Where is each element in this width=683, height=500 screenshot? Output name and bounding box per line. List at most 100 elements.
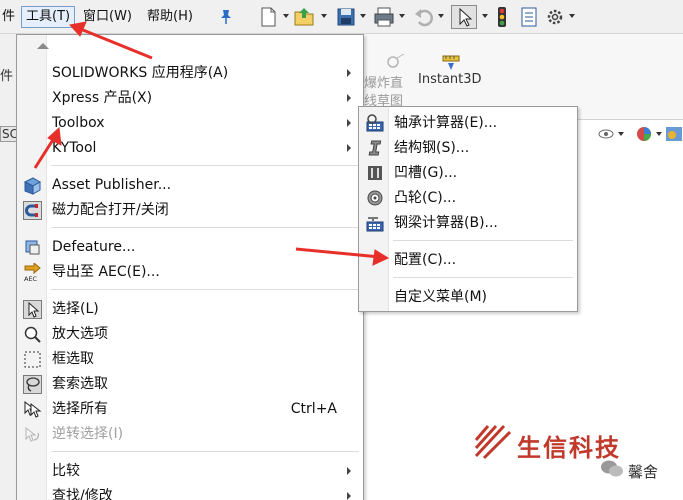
select-arrow-icon (459, 8, 472, 27)
traffic-light-icon[interactable] (496, 6, 508, 28)
submenu-item-cam[interactable]: 凸轮(C)... (359, 186, 577, 210)
submenu-item-label: 结构钢(S)... (394, 140, 470, 156)
print-icon[interactable] (373, 6, 395, 28)
submenu-item-label: 钢梁计算器(B)... (394, 215, 498, 231)
submenu-item-label: 自定义菜单(M) (394, 289, 488, 305)
submenu-arrow-icon (347, 69, 351, 77)
instant3d-icon[interactable] (440, 50, 462, 72)
select-button[interactable] (451, 5, 477, 29)
select-all-icon (24, 400, 42, 418)
toolbox-submenu: 轴承计算器(E)... 结构钢(S)... 凹槽(G)... 凸轮(C)... … (358, 106, 578, 312)
menu-bar: 件 工具(T) 窗口(W) 帮助(H) (0, 0, 683, 34)
menu-window[interactable]: 窗口(W) (79, 6, 136, 28)
file-properties-icon[interactable] (520, 6, 538, 28)
submenu-item-bearing-calculator[interactable]: 轴承计算器(E)... (359, 111, 577, 135)
menu-item-export-aec[interactable]: AEC 导出至 AEC(E)... (17, 260, 363, 284)
menu-item-magnetic-mate[interactable]: 磁力配合打开/关闭 (17, 198, 363, 222)
menu-item-invert-select[interactable]: 逆转选择(I) (17, 422, 363, 446)
menu-separator (51, 227, 359, 228)
menu-item-find-modify[interactable]: 查找/修改 (17, 484, 363, 500)
menu-item-label: Toolbox (52, 115, 105, 131)
exploded-label-1: 爆炸直 (364, 76, 404, 91)
submenu-arrow-icon (347, 119, 351, 127)
undo-dropdown-caret[interactable] (438, 14, 444, 18)
view-display-icon[interactable] (598, 126, 614, 142)
scroll-up-icon[interactable] (37, 43, 49, 49)
tools-menu: SOLIDWORKS 应用程序(A) Xpress 产品(X) Toolbox … (16, 34, 364, 500)
appearance-icon[interactable] (635, 125, 653, 143)
menu-item-label: 选择(L) (52, 301, 99, 317)
pin-icon[interactable] (219, 9, 233, 25)
invert-select-icon (25, 426, 40, 442)
menu-item-asset-publisher[interactable]: Asset Publisher... (17, 173, 363, 197)
submenu-arrow-icon (347, 467, 351, 475)
left-partial-label: 件 (0, 69, 14, 84)
magnet-mate-icon (23, 201, 42, 220)
menu-item-magnify-select[interactable]: 放大选项 (17, 322, 363, 346)
view-display-caret[interactable] (618, 132, 624, 136)
menu-item-select-all[interactable]: 选择所有 Ctrl+A (17, 397, 363, 421)
menu-item-label: 套索选取 (52, 376, 108, 392)
save-icon[interactable] (336, 6, 356, 28)
grooves-icon (368, 166, 382, 180)
menu-item-label: 比较 (52, 463, 80, 479)
submenu-item-label: 轴承计算器(E)... (394, 115, 498, 131)
submenu-item-structural-steel[interactable]: 结构钢(S)... (359, 136, 577, 160)
new-dropdown-caret[interactable] (283, 14, 289, 18)
menu-item-label: 放大选项 (52, 326, 108, 342)
menu-item-select[interactable]: 选择(L) (17, 297, 363, 321)
menu-item-label: 导出至 AEC(E)... (52, 264, 160, 280)
submenu-separator (393, 240, 573, 241)
open-folder-icon[interactable] (293, 6, 317, 28)
menu-item-toolbox[interactable]: Toolbox (17, 111, 363, 135)
submenu-arrow-icon (347, 492, 351, 500)
print-dropdown-caret[interactable] (399, 14, 405, 18)
submenu-item-grooves[interactable]: 凹槽(G)... (359, 161, 577, 185)
lasso-select-icon (23, 375, 42, 394)
menu-item-label: 磁力配合打开/关闭 (52, 202, 169, 218)
open-dropdown-caret[interactable] (321, 14, 327, 18)
box-select-icon (24, 351, 41, 368)
new-file-icon[interactable] (258, 6, 278, 28)
menu-item-label: KYTool (52, 140, 97, 156)
menu-separator (51, 165, 359, 166)
submenu-separator (393, 277, 573, 278)
menu-tools[interactable]: 工具(T) (21, 6, 76, 28)
bearing-calculator-icon (366, 114, 384, 132)
menu-item-solidworks-apps[interactable]: SOLIDWORKS 应用程序(A) (17, 61, 363, 85)
scene-icon[interactable] (665, 125, 683, 143)
select-dropdown-caret[interactable] (482, 14, 488, 18)
magnify-select-icon (24, 326, 41, 343)
exploded-line-sketch-icon[interactable] (385, 52, 407, 72)
instant3d-label[interactable]: Instant3D (418, 72, 482, 87)
submenu-item-label: 配置(C)... (394, 252, 457, 268)
menu-item-defeature[interactable]: Defeature... (17, 235, 363, 259)
menu-item-label: 逆转选择(I) (52, 426, 124, 442)
wechat-icon (601, 460, 623, 477)
menu-item-kytool[interactable]: KYTool (17, 136, 363, 160)
submenu-item-customize-menu[interactable]: 自定义菜单(M) (359, 285, 577, 309)
save-dropdown-caret[interactable] (360, 14, 366, 18)
submenu-arrow-icon (347, 94, 351, 102)
cam-icon (367, 190, 383, 206)
undo-icon[interactable] (413, 6, 433, 28)
menu-item-box-select[interactable]: 框选取 (17, 347, 363, 371)
menu-item-label: 查找/修改 (52, 488, 113, 500)
menu-separator (51, 451, 359, 452)
menu-item-xpress[interactable]: Xpress 产品(X) (17, 86, 363, 110)
menu-item-compare[interactable]: 比较 (17, 459, 363, 483)
menu-item-lasso-select[interactable]: 套索选取 (17, 372, 363, 396)
menu-file-partial[interactable]: 件 (0, 6, 19, 28)
structural-steel-icon (368, 140, 382, 156)
options-dropdown-caret[interactable] (569, 14, 575, 18)
menu-item-label: 框选取 (52, 351, 94, 367)
options-gear-icon[interactable] (545, 6, 565, 28)
appearance-caret[interactable] (656, 132, 662, 136)
left-panel-strip: 件 SC (0, 34, 20, 500)
submenu-item-configure[interactable]: 配置(C)... (359, 248, 577, 272)
menu-help[interactable]: 帮助(H) (143, 6, 197, 28)
submenu-item-beam-calculator[interactable]: 钢梁计算器(B)... (359, 211, 577, 235)
submenu-arrow-icon (347, 144, 351, 152)
watermark-sub: 馨舍 (628, 463, 659, 481)
view-heads-up-toolbar (578, 122, 683, 150)
